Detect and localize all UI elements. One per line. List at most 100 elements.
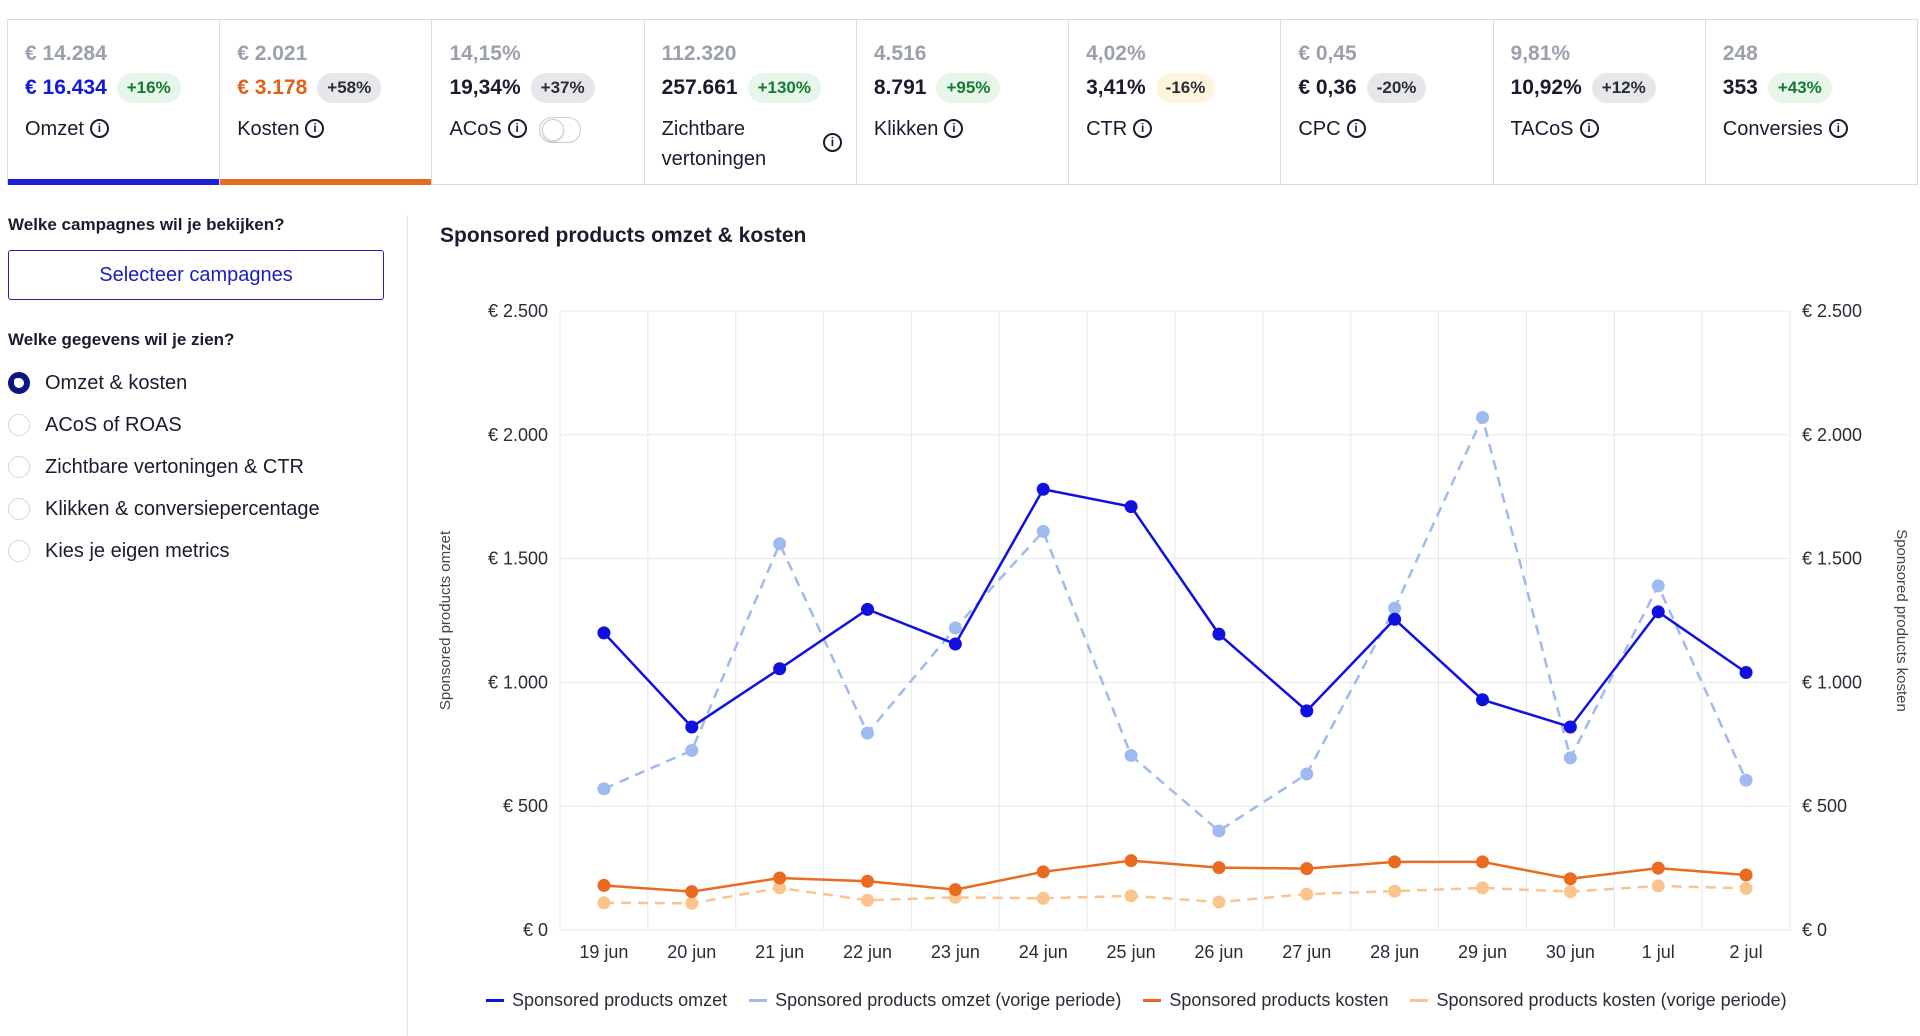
radio-button[interactable] [8,498,30,520]
data-point-kosten_prev [861,893,874,907]
metric-option[interactable]: Omzet & kosten [8,362,388,404]
info-icon[interactable]: i [944,119,964,138]
kpi-current-value: € 0,36 [1298,76,1357,99]
kpi-previous-value: 248 [1722,42,1758,65]
data-point-omzet_prev [597,782,611,796]
data-point-kosten [1563,872,1577,886]
metric-option[interactable]: ACoS of ROAS [8,404,388,446]
legend-label: Sponsored products kosten (vorige period… [1436,990,1787,1010]
line-chart: € 0 € 0 € 500 € 500 € 1.000 € 1.000 € 1.500 € 1… [437,301,1910,962]
data-point-kosten [1476,855,1489,869]
kpi-card-acos[interactable]: 14,15% 19,34% +37% ACoS i [431,19,645,185]
data-point-kosten_prev [1563,885,1577,899]
metric-option[interactable]: Kies je eigen metrics [8,530,388,572]
info-icon[interactable]: i [305,119,325,138]
kpi-label: CPC [1298,118,1341,140]
radio-button[interactable] [8,372,30,394]
kpi-change-badge: +95% [936,73,1001,103]
data-point-kosten [1212,861,1226,875]
info-icon[interactable]: i [1133,119,1153,138]
radio-button[interactable] [8,414,30,436]
select-campaigns-button[interactable]: Selecteer campagnes [8,250,384,300]
y-tick-label-left: € 2.500 [488,301,548,321]
radio-label: Klikken & conversiepercentage [45,497,320,520]
x-tick-label: 1 jul [1642,942,1675,962]
data-point-omzet_prev [1476,410,1489,424]
radio-button[interactable] [8,540,30,562]
data-point-kosten [861,874,874,888]
data-point-kosten [1124,854,1138,868]
kpi-current-value: 10,92% [1510,76,1582,99]
kpi-selected-bar [8,179,220,185]
data-point-omzet_prev [948,621,962,635]
data-point-kosten_prev [1476,881,1489,895]
kpi-change-badge: +16% [116,73,181,103]
kpi-card-cpc[interactable]: € 0,45 € 0,36 -20% CPC i [1280,19,1494,185]
kpi-card-klikken[interactable]: 4.516 8.791 +95% Klikken i [855,19,1070,185]
kpi-label: Kosten [237,118,300,140]
data-point-kosten_prev [1212,895,1226,909]
info-icon[interactable]: i [822,133,842,152]
legend-item[interactable]: Sponsored products omzet [486,990,727,1011]
x-tick-label: 29 jun [1458,942,1507,962]
legend-item[interactable]: Sponsored products omzet (vorige periode… [749,990,1121,1011]
data-point-omzet [773,662,787,676]
metric-option[interactable]: Zichtbare vertoningen & CTR [8,446,388,488]
metric-option[interactable]: Klikken & conversiepercentage [8,488,388,530]
data-point-kosten_prev [597,896,611,910]
kpi-card-ctr[interactable]: 4,02% 3,41% -16% CTR i [1068,19,1282,185]
kpi-current-value: 19,34% [449,76,521,99]
legend-label: Sponsored products kosten [1169,990,1389,1010]
kpi-previous-value: 14,15% [449,42,521,65]
x-tick-label: 25 jun [1107,942,1156,962]
radio-button[interactable] [8,456,30,478]
kpi-previous-value: 4.516 [873,42,927,65]
y-axis-title-left: Sponsored products omzet [437,530,454,710]
kpi-card-conversies[interactable]: 248 353 +43% Conversies i [1704,19,1918,185]
kpi-card-tacos[interactable]: 9,81% 10,92% +12% TACoS i [1492,19,1706,185]
kpi-change-badge: +37% [530,73,595,103]
data-point-kosten [1036,865,1050,879]
data-point-kosten [597,878,611,892]
legend-swatch [486,999,504,1002]
kpi-label: Conversies [1722,118,1823,140]
kpi-change-badge: +12% [1591,73,1656,103]
info-icon[interactable]: i [507,119,527,138]
data-point-omzet [1739,665,1753,679]
info-icon[interactable]: i [89,119,109,138]
info-icon[interactable]: i [1579,119,1599,138]
data-point-omzet_prev [861,726,874,740]
y-tick-label-right: € 1.500 [1802,549,1862,569]
acos-roas-toggle[interactable] [538,117,581,143]
data-point-omzet_prev [685,743,699,757]
info-icon[interactable]: i [1828,119,1848,138]
legend-item[interactable]: Sponsored products kosten [1143,990,1388,1011]
kpi-previous-value: € 2.021 [237,42,308,65]
data-point-kosten_prev [1300,887,1314,901]
kpi-change-badge: -16% [1155,73,1216,103]
data-point-omzet [1124,500,1138,514]
y-tick-label-right: € 0 [1802,920,1827,940]
legend-item[interactable]: Sponsored products kosten (vorige period… [1410,990,1787,1011]
kpi-previous-value: € 0,45 [1298,42,1357,65]
data-point-kosten_prev [1036,891,1050,905]
y-tick-label-left: € 1.000 [488,672,548,692]
panel-divider [407,215,408,1036]
data-point-kosten [1651,861,1665,875]
kpi-label: Klikken [873,118,939,140]
data-point-kosten_prev [1124,889,1138,903]
y-tick-label-right: € 500 [1802,796,1847,816]
toggle-knob [541,119,564,141]
kpi-card-omzet[interactable]: € 14.284 € 16.434 +16% Omzet i [7,19,221,185]
metric-radio-group: Omzet & kosten ACoS of ROAS Zichtbare vert… [8,362,388,572]
data-point-omzet_prev [773,537,787,551]
y-tick-label-left: € 500 [503,796,548,816]
kpi-card-kosten[interactable]: € 2.021 € 3.178 +58% Kosten i [219,19,433,185]
kpi-change-badge: +130% [747,73,821,103]
chart-title: Sponsored products omzet & kosten [440,224,807,247]
kpi-label: Zichtbare vertoningen [661,118,767,170]
info-icon[interactable]: i [1346,119,1366,138]
data-point-omzet [1036,482,1050,496]
kpi-card-zichtbare-vertoningen[interactable]: 112.320 257.661 +130% i Zichtbare vertoninge… [643,19,857,185]
kpi-label: TACoS [1510,118,1574,140]
